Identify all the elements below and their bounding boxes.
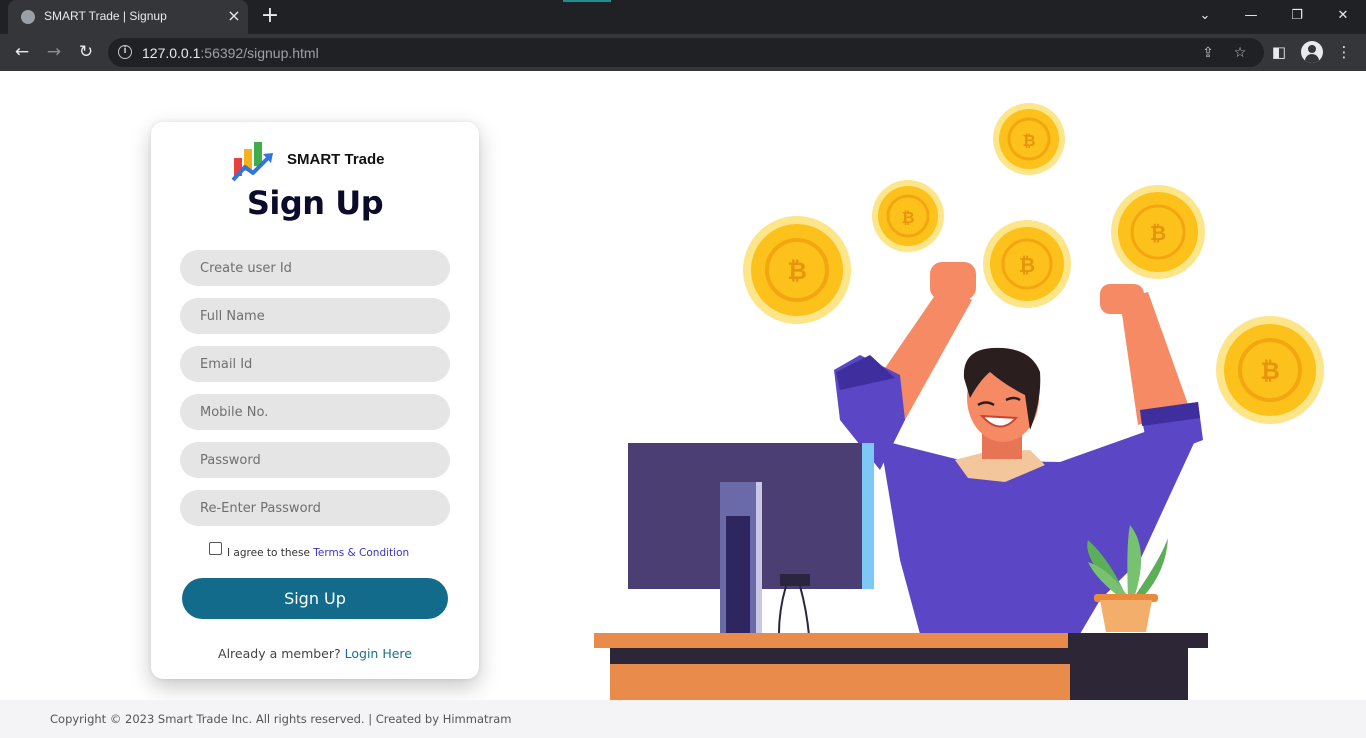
title-accent	[563, 0, 611, 2]
terms-row: I agree to these Terms & Condition	[209, 542, 439, 562]
tab-search-icon[interactable]: ⌄	[1190, 3, 1220, 29]
trader-celebrating-illustration: ₿ ₿ ₿ ₿ ₿ ₿	[594, 103, 1324, 701]
svg-text:₿: ₿	[1019, 253, 1035, 277]
sign-up-button[interactable]: Sign Up	[182, 578, 448, 619]
page-footer: Copyright © 2023 Smart Trade Inc. All ri…	[0, 700, 1366, 738]
svg-text:₿: ₿	[1022, 131, 1035, 150]
user-id-input[interactable]	[180, 250, 450, 286]
copyright-text: Copyright © 2023 Smart Trade Inc. All ri…	[50, 712, 512, 726]
page-content: SMART Trade Sign Up I agree to these Ter…	[0, 71, 1366, 738]
tab-title: SMART Trade | Signup	[44, 9, 167, 23]
address-bar[interactable]: i 127.0.0.1:56392/signup.html ⇪ ☆	[108, 38, 1264, 67]
bookmark-star-icon[interactable]: ☆	[1230, 43, 1250, 63]
site-info-icon[interactable]: i	[118, 45, 132, 59]
full-name-input[interactable]	[180, 298, 450, 334]
bitcoin-coin-icon: ₿	[1216, 316, 1324, 424]
terms-text: I agree to these	[227, 547, 314, 559]
bitcoin-coin-icon: ₿	[743, 216, 851, 324]
brand-name: SMART Trade	[287, 151, 385, 168]
re-password-input[interactable]	[180, 490, 450, 526]
svg-text:₿: ₿	[1260, 357, 1280, 385]
login-prompt: Already a member? Login Here	[151, 646, 479, 661]
page-title: Sign Up	[246, 184, 384, 222]
signup-card: SMART Trade Sign Up I agree to these Ter…	[151, 122, 479, 679]
chart-logo-icon	[231, 142, 273, 182]
forward-button[interactable]: →	[41, 39, 67, 65]
password-input[interactable]	[180, 442, 450, 478]
close-tab-icon[interactable]: ×	[224, 6, 244, 26]
svg-text:₿: ₿	[787, 257, 807, 285]
url-path: :56392/signup.html	[200, 45, 319, 61]
login-link[interactable]: Login Here	[345, 646, 412, 661]
terms-checkbox[interactable]	[209, 542, 222, 555]
bitcoin-coin-icon: ₿	[993, 103, 1065, 175]
bitcoin-coin-icon: ₿	[872, 180, 944, 252]
minimize-button[interactable]: —	[1236, 3, 1266, 29]
email-input[interactable]	[180, 346, 450, 382]
browser-titlebar: SMART Trade | Signup × + ⌄ — ❐ ✕	[0, 0, 1366, 34]
url-host: 127.0.0.1	[142, 45, 201, 61]
terms-link[interactable]: Terms & Condition	[313, 547, 409, 559]
bitcoin-coin-icon: ₿	[1111, 185, 1205, 279]
side-panel-icon[interactable]: ◧	[1267, 40, 1291, 64]
share-icon[interactable]: ⇪	[1198, 43, 1218, 63]
reload-button[interactable]: ↻	[73, 39, 99, 65]
restore-button[interactable]: ❐	[1282, 3, 1312, 29]
close-window-button[interactable]: ✕	[1328, 3, 1358, 29]
profile-avatar-icon[interactable]	[1301, 41, 1323, 63]
bitcoin-coin-icon: ₿	[983, 220, 1071, 308]
terms-label: I agree to these Terms & Condition	[227, 547, 409, 559]
kebab-menu-icon[interactable]: ⋮	[1332, 40, 1356, 64]
mobile-input[interactable]	[180, 394, 450, 430]
globe-icon	[21, 10, 35, 24]
new-tab-button[interactable]: +	[258, 4, 282, 28]
member-text: Already a member?	[218, 646, 345, 661]
back-button[interactable]: ←	[9, 39, 35, 65]
svg-text:₿: ₿	[1150, 221, 1166, 245]
url-text[interactable]: 127.0.0.1:56392/signup.html	[142, 45, 319, 61]
browser-tab[interactable]: SMART Trade | Signup ×	[8, 0, 248, 34]
svg-text:₿: ₿	[901, 208, 914, 227]
browser-toolbar: ← → ↻ i 127.0.0.1:56392/signup.html ⇪ ☆ …	[0, 34, 1366, 71]
